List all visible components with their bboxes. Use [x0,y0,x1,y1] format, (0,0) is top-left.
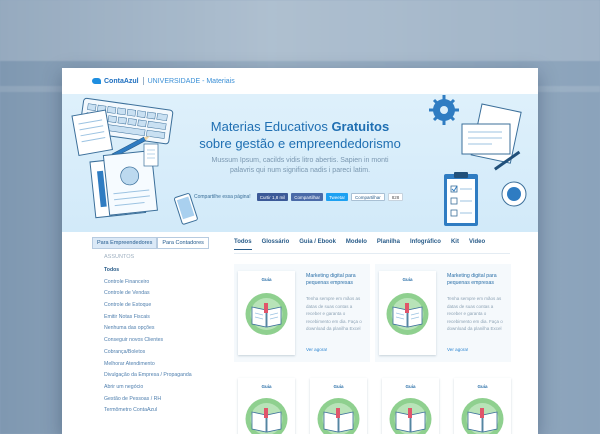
subject-item[interactable]: Melhorar Atendimento [104,359,192,371]
header-bar: ContaAzul UNIVERSIDADE - Materiais [62,68,538,94]
material-title[interactable]: Marketing digital para pequenas empresas [447,273,507,287]
open-book-icon [245,293,288,335]
material-thumbnail-row2[interactable]: Guia [454,378,511,434]
hero-title-bold: Gratuitos [331,119,390,134]
subject-item[interactable]: Controle de Estoque [104,300,192,312]
tab-infografico[interactable]: Infográfico [410,239,441,250]
share-label: Compartilhe essa página! [194,194,251,200]
page-window: ContaAzul UNIVERSIDADE - Materiais Mater… [62,68,538,434]
share-count: 828 [387,193,404,201]
hero-title: Materias Educativos Gratuitos sobre gest… [62,118,538,152]
facebook-share-button[interactable]: Compartilhar [291,193,323,201]
open-book-icon [389,398,432,434]
hero-subtitle: Mussum Ipsum, cacilds vidis litro aberti… [211,157,389,174]
clipboard-icon [444,172,478,226]
twitter-share-button[interactable]: Tweetar [325,193,348,201]
tab-guia-ebook[interactable]: Guia / Ebook [299,239,336,250]
header-section: UNIVERSIDADE - Materiais [147,77,235,85]
audience-tabs: Para Empreendedores Para Contadores [92,237,209,249]
material-tag: Guia [405,384,416,389]
tab-planilha[interactable]: Planilha [377,239,400,250]
material-link[interactable]: Ver agora! [306,347,327,352]
tab-para-empreendedores[interactable]: Para Empreendedores [92,237,158,249]
material-link[interactable]: Ver agora! [447,347,468,352]
hero-title-regular: Materias Educativos [210,119,332,134]
assuntos-heading: ASSUNTOS [104,254,135,260]
subject-item[interactable]: Emitir Notas Fiscais [104,312,192,324]
material-thumbnail: Guia [379,271,436,355]
subject-item[interactable]: Controle Financeiro [104,277,192,289]
material-tag: Guia [261,384,272,389]
header-divider [142,77,144,85]
material-thumbnail: Guia [238,271,295,355]
subject-item[interactable]: Termômetro ContaAzul [104,405,192,417]
material-thumbnail-row2[interactable]: Guia [382,378,439,434]
open-book-icon [317,398,360,434]
subject-item[interactable]: Divulgação da Empresa / Propaganda [104,370,192,382]
material-tag: Guia [402,277,413,282]
open-book-icon [245,398,288,434]
tab-video[interactable]: Video [469,239,485,250]
cloud-logo-icon [92,78,101,84]
material-tag: Guia [333,384,344,389]
subject-item[interactable]: Todos [104,265,192,277]
tab-glossario[interactable]: Glossário [262,239,290,250]
material-card[interactable]: Guia Marketing digital para pequenas emp… [375,264,511,362]
facebook-like-button[interactable]: Curtir 1,8 mil [256,193,289,201]
material-thumbnail-row2[interactable]: Guia [238,378,295,434]
material-tag: Guia [477,384,488,389]
material-tag: Guia [261,277,272,282]
linkedin-share-button[interactable]: Compartilhar [351,193,385,201]
coffee-cup-icon [501,181,527,207]
tab-modelo[interactable]: Modelo [346,239,367,250]
logo[interactable]: ContaAzul [92,78,139,85]
tabs-divider [234,253,510,254]
content-type-tabs: Todos Glossário Guia / Ebook Modelo Plan… [234,239,495,250]
subject-item[interactable]: Abrir um negócio [104,382,192,394]
subject-item[interactable]: Nenhuma das opções [104,323,192,335]
subject-list: Todos Controle Financeiro Controle de Ve… [104,265,192,417]
material-thumbnail-row2[interactable]: Guia [310,378,367,434]
tab-todos[interactable]: Todos [234,239,252,250]
logo-text: ContaAzul [104,77,139,85]
open-book-icon [461,398,504,434]
tab-para-contadores[interactable]: Para Contadores [157,237,209,249]
subject-item[interactable]: Gestão de Pessoas / RH [104,394,192,406]
share-bar: Compartilhe essa página! Curtir 1,8 mil … [194,193,404,201]
subject-item[interactable]: Conseguir novos Clientes [104,335,192,347]
material-description: Tenha sempre em mãos as datas de suas co… [447,296,503,331]
tab-kit[interactable]: Kit [451,239,459,250]
hero-banner: Materias Educativos Gratuitos sobre gest… [62,94,538,232]
open-book-icon [386,293,429,335]
material-description: Tenha sempre em mãos as datas de suas co… [306,296,362,331]
subject-item[interactable]: Cobrança/Boletos [104,347,192,359]
subject-item[interactable]: Controle de Vendas [104,288,192,300]
material-card[interactable]: Guia Marketing digital para pequenas emp… [234,264,370,362]
hero-title-line2: sobre gestão e empreendedorismo [199,136,401,151]
material-title[interactable]: Marketing digital para pequenas empresas [306,273,366,287]
